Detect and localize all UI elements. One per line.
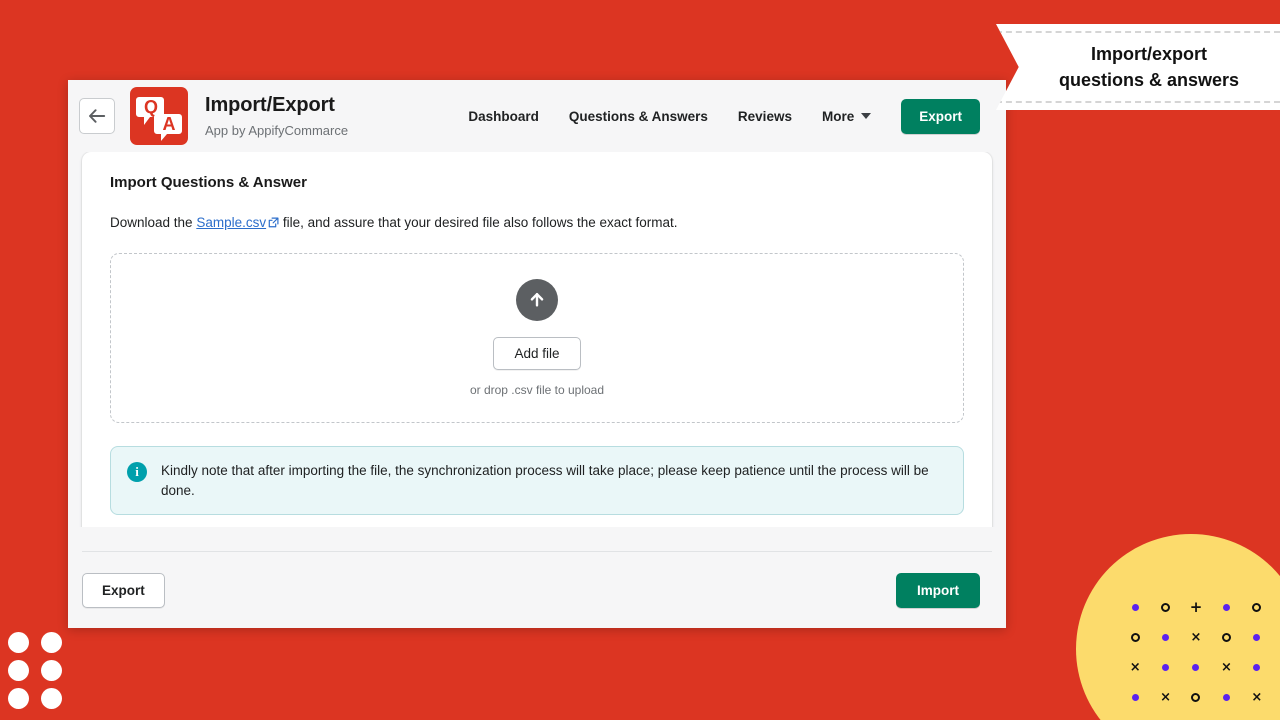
top-navigation: Dashboard Questions & Answers Reviews Mo… (468, 98, 980, 134)
decorative-dot (41, 688, 62, 709)
decorative-symbol-dot-blue (1150, 652, 1180, 682)
decorative-dot-cluster (8, 632, 62, 709)
decorative-dot (41, 660, 62, 681)
decorative-dot (8, 688, 29, 709)
file-dropzone[interactable]: Add file or drop .csv file to upload (110, 253, 964, 423)
card-description: Download the Sample.csv file, and assure… (110, 215, 964, 231)
export-header-button[interactable]: Export (901, 98, 980, 134)
page-title: Import/Export (205, 94, 335, 116)
decorative-dot (8, 632, 29, 653)
description-prefix: Download the (110, 215, 197, 230)
external-link-icon (268, 216, 279, 231)
nav-item-reviews[interactable]: Reviews (738, 109, 792, 124)
app-header: Q A Import/Export App by AppifyCommarce … (68, 80, 1006, 152)
callout-line-2: questions & answers (1058, 70, 1240, 90)
decorative-symbol-dot-blue (1150, 622, 1180, 652)
import-button[interactable]: Import (896, 572, 980, 608)
app-window: Q A Import/Export App by AppifyCommarce … (68, 80, 1006, 628)
chevron-down-icon (861, 113, 872, 119)
svg-text:Q: Q (144, 97, 158, 117)
decorative-symbol-grid: + × × × × × (1120, 592, 1272, 712)
card-heading: Import Questions & Answer (110, 174, 307, 191)
nav-item-label: Questions & Answers (568, 108, 708, 124)
callout-line-1: Import/export (1090, 43, 1207, 64)
description-suffix: file, and assure that your desired file … (279, 215, 678, 230)
decorative-symbol-ring (1150, 592, 1180, 622)
sample-csv-link[interactable]: Sample.csv (196, 215, 266, 230)
app-logo: Q A (130, 87, 188, 145)
footer-action-bar: Export Import (68, 552, 1006, 628)
arrow-left-icon (89, 109, 106, 123)
decorative-symbol-ex: × (1160, 689, 1172, 705)
dropzone-hint: or drop .csv file to upload (469, 383, 605, 397)
back-button[interactable] (79, 98, 115, 134)
decorative-symbol-ring (1242, 592, 1272, 622)
app-subtitle: App by AppifyCommarce (205, 123, 349, 138)
nav-item-label: More (821, 108, 855, 124)
content-area: Import Questions & Answer Download the S… (68, 152, 1006, 527)
info-banner: i Kindly note that after importing the f… (110, 446, 964, 516)
decorative-symbol-dot-blue (1120, 592, 1150, 622)
decorative-symbol-ex: × (1129, 659, 1141, 675)
callout-ribbon-inner: Import/export questions & answers (996, 31, 1280, 103)
qa-speech-bubbles-icon: Q A (136, 97, 182, 141)
decorative-dot (41, 632, 62, 653)
decorative-symbol-dot-blue (1120, 682, 1150, 712)
decorative-symbol-dot-blue (1211, 682, 1241, 712)
decorative-symbol-dot-blue (1211, 592, 1241, 622)
import-card: Import Questions & Answer Download the S… (82, 152, 992, 527)
info-icon: i (127, 462, 147, 482)
decorative-symbol-dot-blue (1242, 652, 1272, 682)
add-file-button[interactable]: Add file (493, 337, 581, 370)
export-button[interactable]: Export (82, 572, 165, 608)
decorative-symbol-ex: × (1190, 629, 1202, 645)
decorative-symbol-ex: × (1220, 659, 1232, 675)
decorative-symbol-dot-blue (1181, 652, 1211, 682)
nav-item-label: Dashboard (468, 108, 539, 124)
nav-item-questions-answers[interactable]: Questions & Answers (569, 109, 708, 124)
decorative-symbol-ring (1120, 622, 1150, 652)
decorative-dot (8, 660, 29, 681)
svg-text:A: A (163, 114, 176, 134)
nav-item-more[interactable]: More (821, 108, 872, 124)
callout-ribbon: Import/export questions & answers (996, 24, 1280, 110)
decorative-symbol-ring (1181, 682, 1211, 712)
nav-item-dashboard[interactable]: Dashboard (468, 109, 539, 124)
decorative-symbol-dot-blue (1242, 622, 1272, 652)
info-banner-text: Kindly note that after importing the fil… (161, 463, 929, 498)
arrow-up-glyph (530, 293, 544, 307)
decorative-symbol-ex: × (1251, 689, 1263, 705)
app-title-block: Import/Export App by AppifyCommarce (205, 94, 348, 138)
decorative-symbol-ring (1211, 622, 1241, 652)
decorative-symbol-plus: + (1189, 597, 1203, 616)
nav-item-label: Reviews (737, 108, 792, 124)
upload-arrow-icon (516, 279, 558, 321)
